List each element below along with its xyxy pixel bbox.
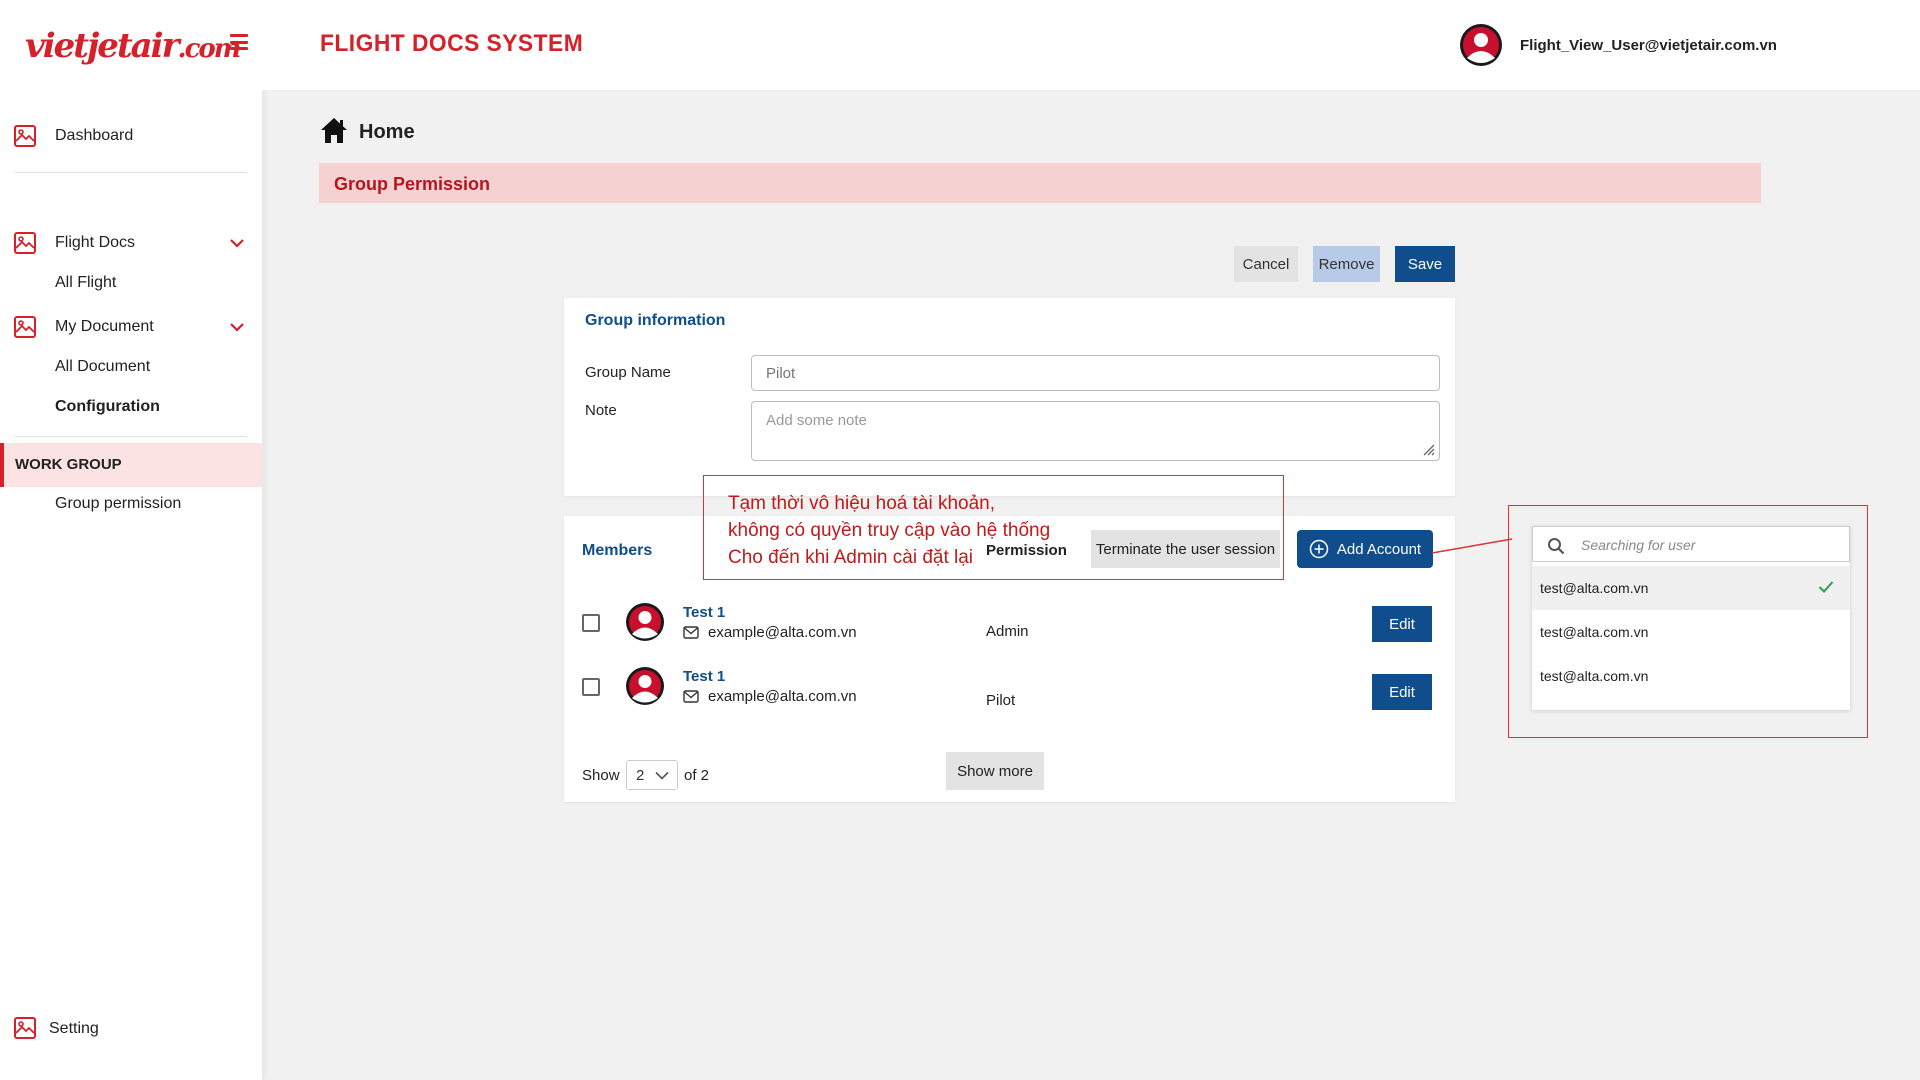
member-checkbox[interactable] — [582, 614, 600, 632]
member-permission: Admin — [986, 623, 1029, 640]
user-search-dropdown: Searching for user test@alta.com.vn test… — [1532, 526, 1850, 710]
group-name-label: Group Name — [585, 364, 671, 381]
vietjetair-logo[interactable]: vietjetair.com — [25, 26, 241, 66]
chevron-down-icon[interactable] — [229, 320, 245, 338]
page-size-select[interactable]: 2 — [626, 760, 678, 790]
member-email: example@alta.com.vn — [708, 624, 857, 641]
image-icon — [13, 1016, 37, 1045]
member-name[interactable]: Test 1 — [683, 604, 725, 621]
note-textarea[interactable]: Add some note — [751, 401, 1440, 461]
image-icon — [13, 315, 37, 344]
member-email: example@alta.com.vn — [708, 688, 857, 705]
chevron-down-icon — [655, 771, 669, 780]
image-icon — [13, 231, 37, 260]
user-avatar-icon[interactable] — [1460, 24, 1502, 66]
note-label: Note — [585, 402, 617, 419]
breadcrumb-home[interactable]: Home — [359, 121, 415, 144]
sidebar-item-my-document[interactable]: My Document — [55, 318, 154, 336]
show-label: Show — [582, 767, 620, 784]
search-icon — [1548, 538, 1565, 555]
remove-button[interactable]: Remove — [1313, 246, 1380, 282]
sidebar-item-all-flight[interactable]: All Flight — [55, 274, 116, 292]
annotation-callout: Tạm thời vô hiệu hoá tài khoản, không có… — [703, 475, 1284, 580]
resize-handle-icon[interactable] — [1421, 442, 1435, 456]
user-search-result[interactable]: test@alta.com.vn — [1532, 566, 1850, 610]
check-icon — [1818, 581, 1834, 593]
sidebar-item-flight-docs[interactable]: Flight Docs — [55, 234, 135, 252]
divider — [15, 436, 247, 437]
edit-member-button[interactable]: Edit — [1372, 606, 1432, 642]
mail-icon — [683, 626, 699, 639]
member-checkbox[interactable] — [582, 678, 600, 696]
sidebar: vietjetair.com Dashboard Flight Docs All… — [0, 0, 262, 1080]
mail-icon — [683, 690, 699, 703]
system-title: FLIGHT DOCS SYSTEM — [320, 30, 584, 57]
save-button[interactable]: Save — [1395, 246, 1455, 282]
page-title: Group Permission — [334, 174, 491, 194]
sidebar-item-setting[interactable]: Setting — [49, 1020, 99, 1038]
divider — [15, 172, 247, 173]
note-placeholder: Add some note — [766, 412, 867, 429]
edit-member-button[interactable]: Edit — [1372, 674, 1432, 710]
group-name-input[interactable] — [751, 355, 1440, 391]
member-avatar-icon — [626, 603, 664, 641]
show-more-button[interactable]: Show more — [946, 752, 1044, 790]
plus-circle-icon — [1309, 539, 1329, 559]
group-information-card: Group information Group Name Note Add so… — [564, 298, 1455, 496]
add-account-label: Add Account — [1336, 540, 1422, 558]
menu-toggle-icon[interactable] — [230, 34, 248, 50]
user-email[interactable]: Flight_View_User@vietjetair.com.vn — [1520, 37, 1777, 54]
sidebar-item-all-document[interactable]: All Document — [55, 358, 150, 376]
group-information-title: Group information — [585, 312, 726, 329]
user-search-input[interactable]: Searching for user — [1532, 526, 1850, 562]
chevron-down-icon[interactable] — [229, 236, 245, 254]
member-permission: Pilot — [986, 692, 1016, 709]
user-search-result[interactable]: test@alta.com.vn — [1532, 654, 1850, 698]
member-name[interactable]: Test 1 — [683, 668, 725, 685]
sidebar-item-dashboard[interactable]: Dashboard — [55, 127, 133, 145]
members-title: Members — [582, 542, 653, 559]
user-search-placeholder: Searching for user — [1581, 537, 1696, 553]
image-icon — [13, 124, 37, 153]
user-search-result[interactable]: test@alta.com.vn — [1532, 610, 1850, 654]
sidebar-item-configuration[interactable]: Configuration — [55, 398, 160, 416]
cancel-button[interactable]: Cancel — [1234, 246, 1298, 282]
page-size-value: 2 — [636, 766, 645, 784]
top-header: FLIGHT DOCS SYSTEM Flight_View_User@viet… — [262, 0, 1920, 90]
add-account-button[interactable]: Add Account — [1297, 530, 1433, 568]
annotation-text: Tạm thời vô hiệu hoá tài khoản, không có… — [728, 493, 1051, 568]
annotation-connector — [1432, 538, 1512, 554]
sidebar-item-group-permission[interactable]: Group permission — [55, 495, 181, 513]
sidebar-section-work-group[interactable]: WORK GROUP — [0, 443, 262, 487]
page-total-label: of 2 — [684, 767, 710, 784]
member-avatar-icon — [626, 667, 664, 705]
page-title-banner: Group Permission — [319, 163, 1761, 203]
home-icon[interactable] — [319, 116, 349, 144]
